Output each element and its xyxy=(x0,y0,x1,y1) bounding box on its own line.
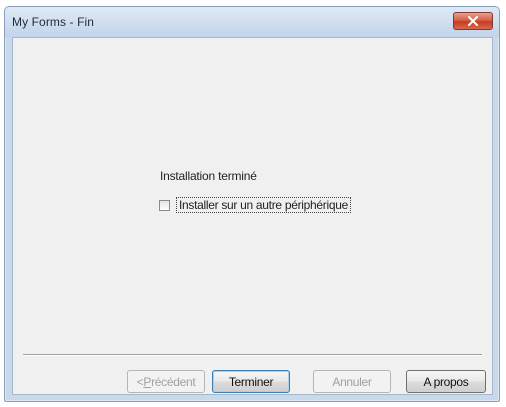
dialog-window: My Forms - Fin Installation terminé Inst… xyxy=(4,6,500,402)
close-button[interactable] xyxy=(453,12,493,30)
finish-button-label: Terminer xyxy=(228,374,274,389)
button-separator xyxy=(23,354,482,356)
cancel-button-label: Annuler xyxy=(332,374,372,389)
installation-complete-message: Installation terminé xyxy=(160,169,257,183)
install-other-device-option[interactable]: Installer sur un autre périphérique xyxy=(159,197,351,213)
install-other-device-checkbox[interactable] xyxy=(159,199,170,211)
install-other-device-label[interactable]: Installer sur un autre périphérique xyxy=(176,197,351,213)
cancel-button[interactable]: Annuler xyxy=(313,370,391,393)
window-title: My Forms - Fin xyxy=(12,15,95,29)
about-button[interactable]: A propos xyxy=(406,370,486,393)
previous-button[interactable]: < Précédent xyxy=(127,370,205,393)
close-icon xyxy=(468,16,478,26)
finish-button[interactable]: Terminer xyxy=(212,370,290,393)
previous-button-rest: récédent xyxy=(151,374,196,389)
title-bar[interactable]: My Forms - Fin xyxy=(5,7,499,37)
dialog-content: Installation terminé Installer sur un au… xyxy=(12,37,493,395)
previous-button-prefix: < xyxy=(136,374,144,389)
about-button-label: A propos xyxy=(423,374,469,389)
previous-button-mnemonic: P xyxy=(143,374,152,389)
